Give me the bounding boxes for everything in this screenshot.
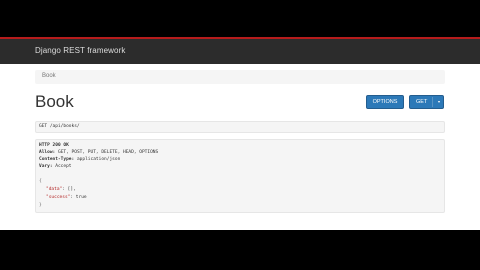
page-title: Book (35, 92, 74, 111)
json-success-value: : true (70, 195, 87, 200)
request-line: GET /api/books/ (39, 124, 80, 129)
options-button[interactable]: OPTIONS (366, 95, 404, 109)
json-data-value: : [], (62, 187, 76, 192)
button-divider (432, 97, 433, 107)
vary-value: Accept (55, 164, 72, 169)
content-type-value: application/json (76, 157, 121, 162)
allow-header-value: GET, POST, PUT, DELETE, HEAD, OPTIONS (57, 150, 159, 155)
json-success-entry: "success": true (46, 195, 87, 200)
brand-link[interactable]: Django REST framework (35, 46, 125, 55)
chevron-down-icon[interactable]: ▾ (438, 96, 440, 108)
content-type-label: Content-Type: (39, 157, 75, 162)
vary-header: Vary: Accept (39, 164, 72, 169)
response-info: HTTP 200 OK Allow: GET, POST, PUT, DELET… (35, 139, 445, 213)
json-data-entry: "data": [], (46, 187, 76, 192)
get-button-label: GET (416, 99, 428, 105)
json-open-brace: { (39, 179, 42, 184)
allow-header: Allow: GET, POST, PUT, DELETE, HEAD, OPT… (39, 150, 158, 155)
navbar: Django REST framework (0, 37, 480, 64)
breadcrumb-item-book[interactable]: Book (42, 73, 56, 79)
json-data-key: "data" (46, 187, 63, 192)
json-close-brace: } (39, 203, 42, 208)
vary-label: Vary: (39, 164, 53, 169)
request-info: GET /api/books/ (35, 121, 445, 133)
allow-header-label: Allow: (39, 150, 56, 155)
get-button[interactable]: GET ▾ (409, 95, 444, 109)
json-success-key: "success" (46, 195, 71, 200)
breadcrumb: Book (35, 70, 445, 84)
content-type-header: Content-Type: application/json (39, 157, 120, 162)
response-status: HTTP 200 OK (39, 143, 69, 148)
